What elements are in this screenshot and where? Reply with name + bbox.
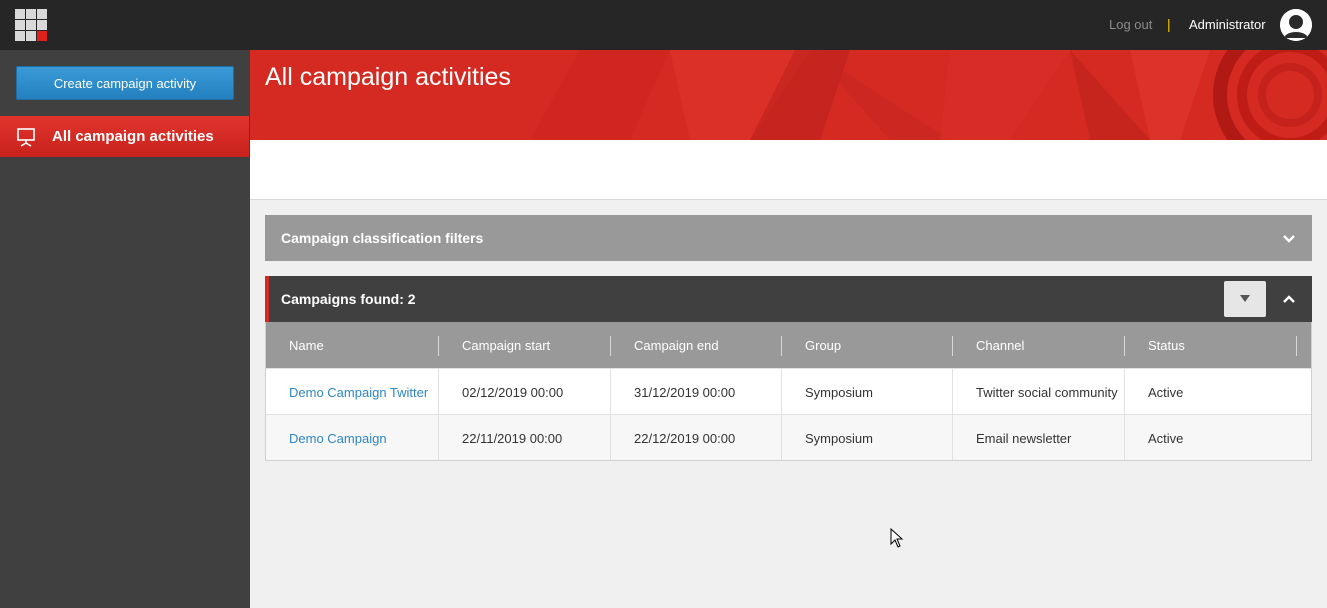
chevron-up-icon[interactable] [1282,292,1296,306]
table-row[interactable]: Demo Campaign 22/11/2019 00:00 22/12/201… [266,414,1311,460]
mouse-cursor-icon [890,528,904,548]
campaign-end-cell: 31/12/2019 00:00 [611,369,782,414]
results-count: Campaigns found: 2 [281,291,416,307]
column-header-campaign-end[interactable]: Campaign end [611,322,782,368]
column-header-name[interactable]: Name [266,322,439,368]
group-cell: Symposium [782,369,953,414]
main-content: All campaign activities Campaign classif… [250,50,1327,608]
chevron-down-icon[interactable] [1282,232,1296,246]
campaigns-results-header: Campaigns found: 2 [265,276,1312,322]
logout-link[interactable]: Log out [1109,17,1152,32]
sidebar-item-all-campaign-activities[interactable]: All campaign activities [0,116,249,157]
table-row[interactable]: Demo Campaign Twitter 02/12/2019 00:00 3… [266,368,1311,414]
campaign-start-cell: 22/11/2019 00:00 [439,415,611,460]
caret-down-icon [1240,295,1250,302]
status-cell: Active [1148,385,1184,400]
results-options-button[interactable] [1224,281,1266,317]
channel-cell: Email newsletter [953,415,1125,460]
page-header-banner: All campaign activities [250,50,1327,140]
campaign-name-link[interactable]: Demo Campaign Twitter [266,369,439,414]
status-cell: Active [1148,431,1184,446]
campaign-name-link[interactable]: Demo Campaign [266,415,439,460]
group-cell: Symposium [782,415,953,460]
create-campaign-activity-button[interactable]: Create campaign activity [16,66,234,100]
column-header-status[interactable]: Status [1125,322,1297,368]
user-name[interactable]: Administrator [1189,17,1266,32]
column-header-group[interactable]: Group [782,322,953,368]
top-bar: Log out | Administrator [0,0,1327,50]
user-avatar-icon[interactable] [1280,9,1312,41]
filters-title: Campaign classification filters [281,230,484,246]
topbar-separator: | [1167,16,1171,32]
campaign-start-cell: 02/12/2019 00:00 [439,369,611,414]
create-campaign-activity-label: Create campaign activity [53,75,197,91]
table-header: Name Campaign start Campaign end Group C… [266,322,1311,368]
campaigns-table: Name Campaign start Campaign end Group C… [265,322,1312,461]
page-title: All campaign activities [265,63,511,91]
sidebar-item-label: All campaign activities [52,128,214,145]
column-header-campaign-start[interactable]: Campaign start [439,322,611,368]
toolbar-area [250,140,1327,200]
channel-cell: Twitter social community [953,369,1125,414]
sidebar: Create campaign activity All campaign ac… [0,50,250,608]
presentation-board-icon [16,127,36,147]
column-header-channel[interactable]: Channel [953,322,1125,368]
campaign-end-cell: 22/12/2019 00:00 [611,415,782,460]
campaign-classification-filters-panel[interactable]: Campaign classification filters [265,215,1312,261]
app-grid-icon[interactable] [15,9,47,41]
